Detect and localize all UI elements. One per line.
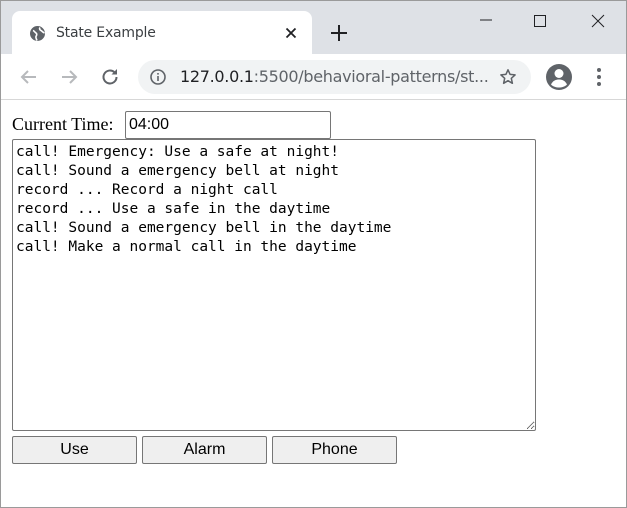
url-text: 127.0.0.1:5500/behavioral-patterns/st... bbox=[180, 67, 489, 86]
arrow-left-icon[interactable] bbox=[17, 65, 41, 89]
info-icon[interactable] bbox=[150, 69, 166, 85]
close-icon[interactable] bbox=[282, 24, 300, 42]
page-content: Current Time: Use Alarm Phone bbox=[1, 101, 626, 507]
current-time-input[interactable] bbox=[125, 111, 331, 139]
minimize-icon[interactable] bbox=[471, 7, 501, 35]
arrow-right-icon[interactable] bbox=[57, 65, 81, 89]
star-icon[interactable] bbox=[499, 68, 517, 86]
browser-window: State Example 127.0.0.1:5500/behavioral-… bbox=[0, 0, 627, 508]
browser-toolbar: 127.0.0.1:5500/behavioral-patterns/st... bbox=[1, 54, 626, 100]
use-button[interactable]: Use bbox=[12, 436, 137, 464]
log-textarea[interactable] bbox=[12, 139, 536, 431]
account-icon[interactable] bbox=[545, 63, 573, 91]
globe-icon bbox=[30, 26, 45, 41]
phone-button[interactable]: Phone bbox=[272, 436, 397, 464]
tab-title: State Example bbox=[56, 25, 156, 41]
window-close-icon[interactable] bbox=[583, 7, 613, 35]
current-time-label: Current Time: bbox=[12, 114, 114, 134]
tab-strip: State Example bbox=[1, 1, 626, 54]
maximize-icon[interactable] bbox=[525, 7, 555, 35]
plus-icon[interactable] bbox=[328, 22, 350, 44]
tab-state-example[interactable]: State Example bbox=[12, 11, 312, 54]
alarm-button[interactable]: Alarm bbox=[142, 436, 267, 464]
reload-icon[interactable] bbox=[98, 65, 122, 89]
kebab-menu-icon[interactable] bbox=[591, 67, 607, 87]
address-bar[interactable]: 127.0.0.1:5500/behavioral-patterns/st... bbox=[138, 60, 531, 94]
